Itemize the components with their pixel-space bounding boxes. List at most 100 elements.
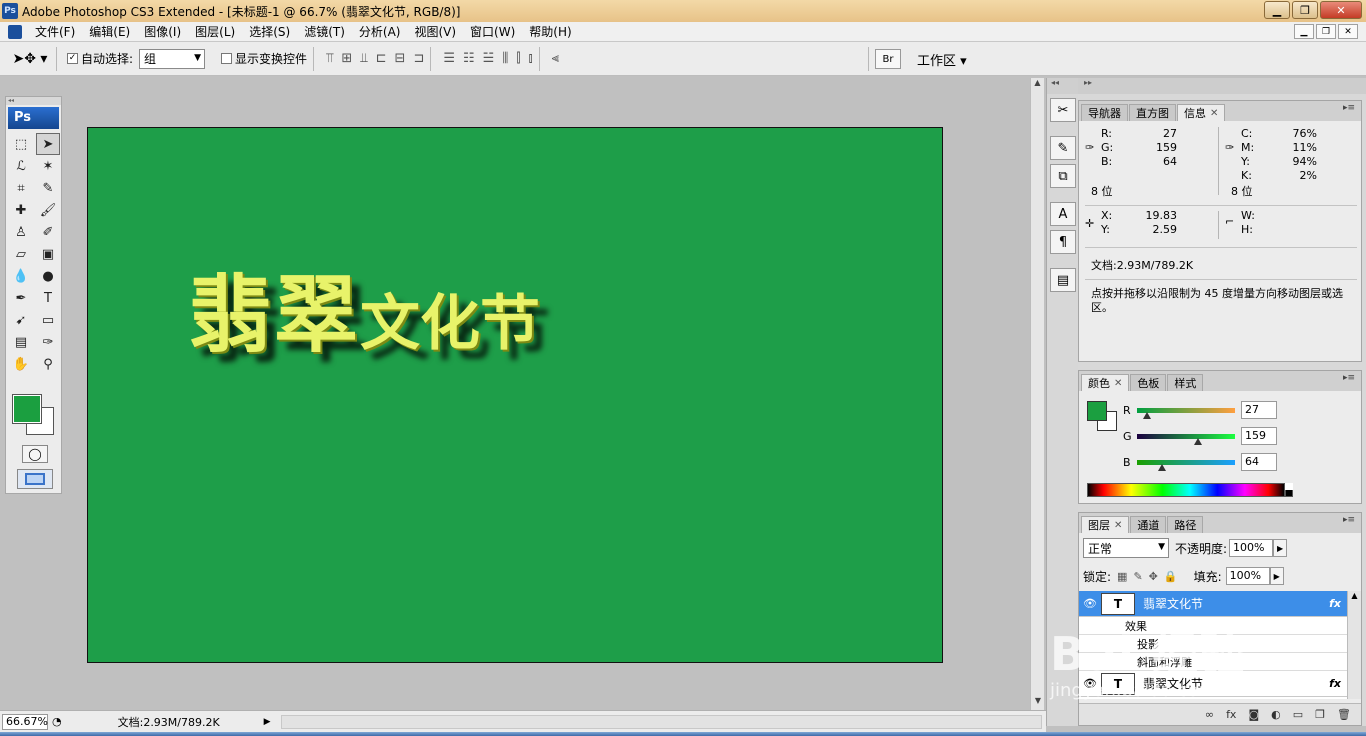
slice-tool-icon[interactable]: ✎ xyxy=(36,177,60,199)
crop-tool-icon[interactable]: ⌗ xyxy=(9,177,33,199)
close-icon[interactable]: ✕ xyxy=(1210,108,1218,119)
color-slider-track[interactable] xyxy=(1137,433,1235,445)
lock-position-icon[interactable]: ✥ xyxy=(1149,570,1158,583)
scroll-up-icon[interactable]: ▲ xyxy=(1031,78,1044,92)
spectrum-white-swatch[interactable] xyxy=(1285,483,1293,490)
menu-edit[interactable]: 编辑(E) xyxy=(82,23,137,40)
layers-scrollbar[interactable]: ▲ xyxy=(1347,591,1361,699)
notes-tool-icon[interactable]: ▤ xyxy=(9,331,33,353)
document-canvas[interactable]: 翡翠文化节 xyxy=(87,127,943,663)
doc-minimize-button[interactable]: ▁ xyxy=(1294,24,1314,39)
auto-select-dropdown[interactable]: 组 ▼ xyxy=(139,48,206,69)
effect-row[interactable]: 投影 xyxy=(1079,635,1347,653)
distribute-vcenter-icon[interactable]: ☷ xyxy=(463,51,475,66)
add-layer-style-icon[interactable]: fx xyxy=(1226,708,1236,721)
bridge-icon[interactable]: Br xyxy=(875,49,901,69)
visibility-eye-icon[interactable]: 👁 xyxy=(1079,597,1101,610)
close-icon[interactable]: ✕ xyxy=(1114,378,1122,389)
distribute-bottom-icon[interactable]: ☱ xyxy=(483,51,495,66)
clone-stamp-tool-icon[interactable]: ♙ xyxy=(9,221,33,243)
slider-thumb-icon[interactable] xyxy=(1194,437,1203,445)
canvas-text-layer[interactable]: 翡翠文化节 xyxy=(188,248,540,369)
effect-row[interactable]: 斜面和浮雕 xyxy=(1079,653,1347,671)
healing-brush-tool-icon[interactable]: ✚ xyxy=(9,199,33,221)
menu-help[interactable]: 帮助(H) xyxy=(522,23,578,40)
menu-file[interactable]: 文件(F) xyxy=(28,23,82,40)
distribute-right-icon[interactable]: ⫾ xyxy=(528,51,532,66)
tab-channels[interactable]: 通道 xyxy=(1130,516,1167,533)
fill-field[interactable]: 100% xyxy=(1225,567,1270,585)
lock-all-icon[interactable]: 🔒 xyxy=(1164,570,1178,583)
layer-effects-icon[interactable]: fx xyxy=(1329,677,1341,690)
color-value-field[interactable]: 64 xyxy=(1241,453,1277,471)
visibility-eye-icon[interactable]: 👁 xyxy=(1079,677,1101,690)
lock-pixels-icon[interactable]: ✎ xyxy=(1133,570,1142,583)
move-tool-icon[interactable]: ➤ xyxy=(36,133,60,155)
slider-thumb-icon[interactable] xyxy=(1143,411,1152,419)
close-button[interactable]: ✕ xyxy=(1320,1,1362,19)
scroll-down-icon[interactable]: ▼ xyxy=(1031,696,1045,710)
tab-layers[interactable]: 图层 ✕ xyxy=(1081,516,1130,533)
color-spectrum-bar[interactable] xyxy=(1087,483,1285,497)
menu-layer[interactable]: 图层(L) xyxy=(188,23,242,40)
delete-layer-icon[interactable]: 🗑 xyxy=(1337,708,1351,721)
slider-thumb-icon[interactable] xyxy=(1157,463,1166,471)
blur-tool-icon[interactable]: 💧 xyxy=(9,265,33,287)
layer-effects-icon[interactable]: fx xyxy=(1329,597,1341,610)
align-vcenter-icon[interactable]: ⊞ xyxy=(341,51,352,66)
checkbox-checked-icon[interactable]: ✓ xyxy=(67,53,78,64)
opacity-field[interactable]: 100% xyxy=(1229,539,1274,557)
tab-styles[interactable]: 样式 xyxy=(1167,374,1204,391)
layer-comps-icon[interactable]: ▤ xyxy=(1050,268,1076,292)
fill-slider-arrow-icon[interactable]: ▶ xyxy=(1269,567,1284,585)
foreground-color-swatch[interactable] xyxy=(12,394,42,424)
zoom-field[interactable]: 66.67% xyxy=(2,713,48,730)
workspace-button[interactable]: 工作区 ▾ xyxy=(911,50,973,69)
doc-close-button[interactable]: ✕ xyxy=(1338,24,1358,39)
menu-view[interactable]: 视图(V) xyxy=(407,23,463,40)
color-value-field[interactable]: 159 xyxy=(1241,427,1277,445)
panel-menu-icon[interactable]: ▸≡ xyxy=(1343,515,1355,525)
doc-restore-button[interactable]: ❐ xyxy=(1316,24,1336,39)
menu-analysis[interactable]: 分析(A) xyxy=(352,23,408,40)
close-icon[interactable]: ✕ xyxy=(1114,520,1122,531)
status-menu-arrow-icon[interactable]: ▶ xyxy=(264,717,271,727)
auto-select-checkbox[interactable]: ✓ 自动选择: xyxy=(67,50,133,67)
panels-collapse-icon[interactable]: ▸▸ xyxy=(1078,78,1366,94)
dodge-tool-icon[interactable]: ● xyxy=(36,265,60,287)
effects-group-row[interactable]: 效果 xyxy=(1079,617,1347,635)
menu-filter[interactable]: 滤镜(T) xyxy=(297,23,352,40)
new-layer-icon[interactable]: ❐ xyxy=(1315,708,1325,721)
brush-tool-icon[interactable]: 🖌 xyxy=(36,199,60,221)
align-right-icon[interactable]: ⊐ xyxy=(413,51,424,66)
clone-source-icon[interactable]: ⧉ xyxy=(1050,164,1076,188)
align-left-icon[interactable]: ⊏ xyxy=(376,51,387,66)
blend-mode-dropdown[interactable]: 正常 ▼ xyxy=(1083,538,1169,558)
panel-grip[interactable]: ◂◂ xyxy=(6,97,61,105)
color-value-field[interactable]: 27 xyxy=(1241,401,1277,419)
minimize-button[interactable]: ▁ xyxy=(1264,1,1290,19)
dock-collapse-icon[interactable]: ◂◂ xyxy=(1047,78,1078,94)
zoom-tool-icon[interactable]: ⚲ xyxy=(36,353,60,375)
layer-name[interactable]: 翡翠文化节 xyxy=(1143,595,1203,612)
paragraph-icon[interactable]: ¶ xyxy=(1050,230,1076,254)
color-slider-track[interactable] xyxy=(1137,407,1235,419)
type-tool-icon[interactable]: T xyxy=(36,287,60,309)
tool-presets-icon[interactable]: ✂ xyxy=(1050,98,1076,122)
link-layers-icon[interactable]: ∞ xyxy=(1205,708,1214,721)
tab-navigator[interactable]: 导航器 xyxy=(1081,104,1128,121)
magic-wand-tool-icon[interactable]: ✶ xyxy=(36,155,60,177)
tab-histogram[interactable]: 直方图 xyxy=(1129,104,1176,121)
brushes-icon[interactable]: ✎ xyxy=(1050,136,1076,160)
opacity-slider-arrow-icon[interactable]: ▶ xyxy=(1273,539,1288,557)
character-icon[interactable]: A xyxy=(1050,202,1076,226)
layer-row[interactable]: 👁 T 翡翠文化节 fx xyxy=(1079,671,1347,697)
color-slider-g[interactable]: G 159 xyxy=(1123,425,1355,447)
auto-align-icon[interactable]: ⫷ xyxy=(552,51,559,66)
menu-select[interactable]: 选择(S) xyxy=(242,23,297,40)
tab-swatches[interactable]: 色板 xyxy=(1130,374,1167,391)
history-brush-tool-icon[interactable]: ✐ xyxy=(36,221,60,243)
tab-paths[interactable]: 路径 xyxy=(1167,516,1204,533)
layer-row[interactable]: 👁 T 翡翠文化节 fx xyxy=(1079,591,1347,617)
foreground-color-swatch[interactable] xyxy=(1087,401,1107,421)
